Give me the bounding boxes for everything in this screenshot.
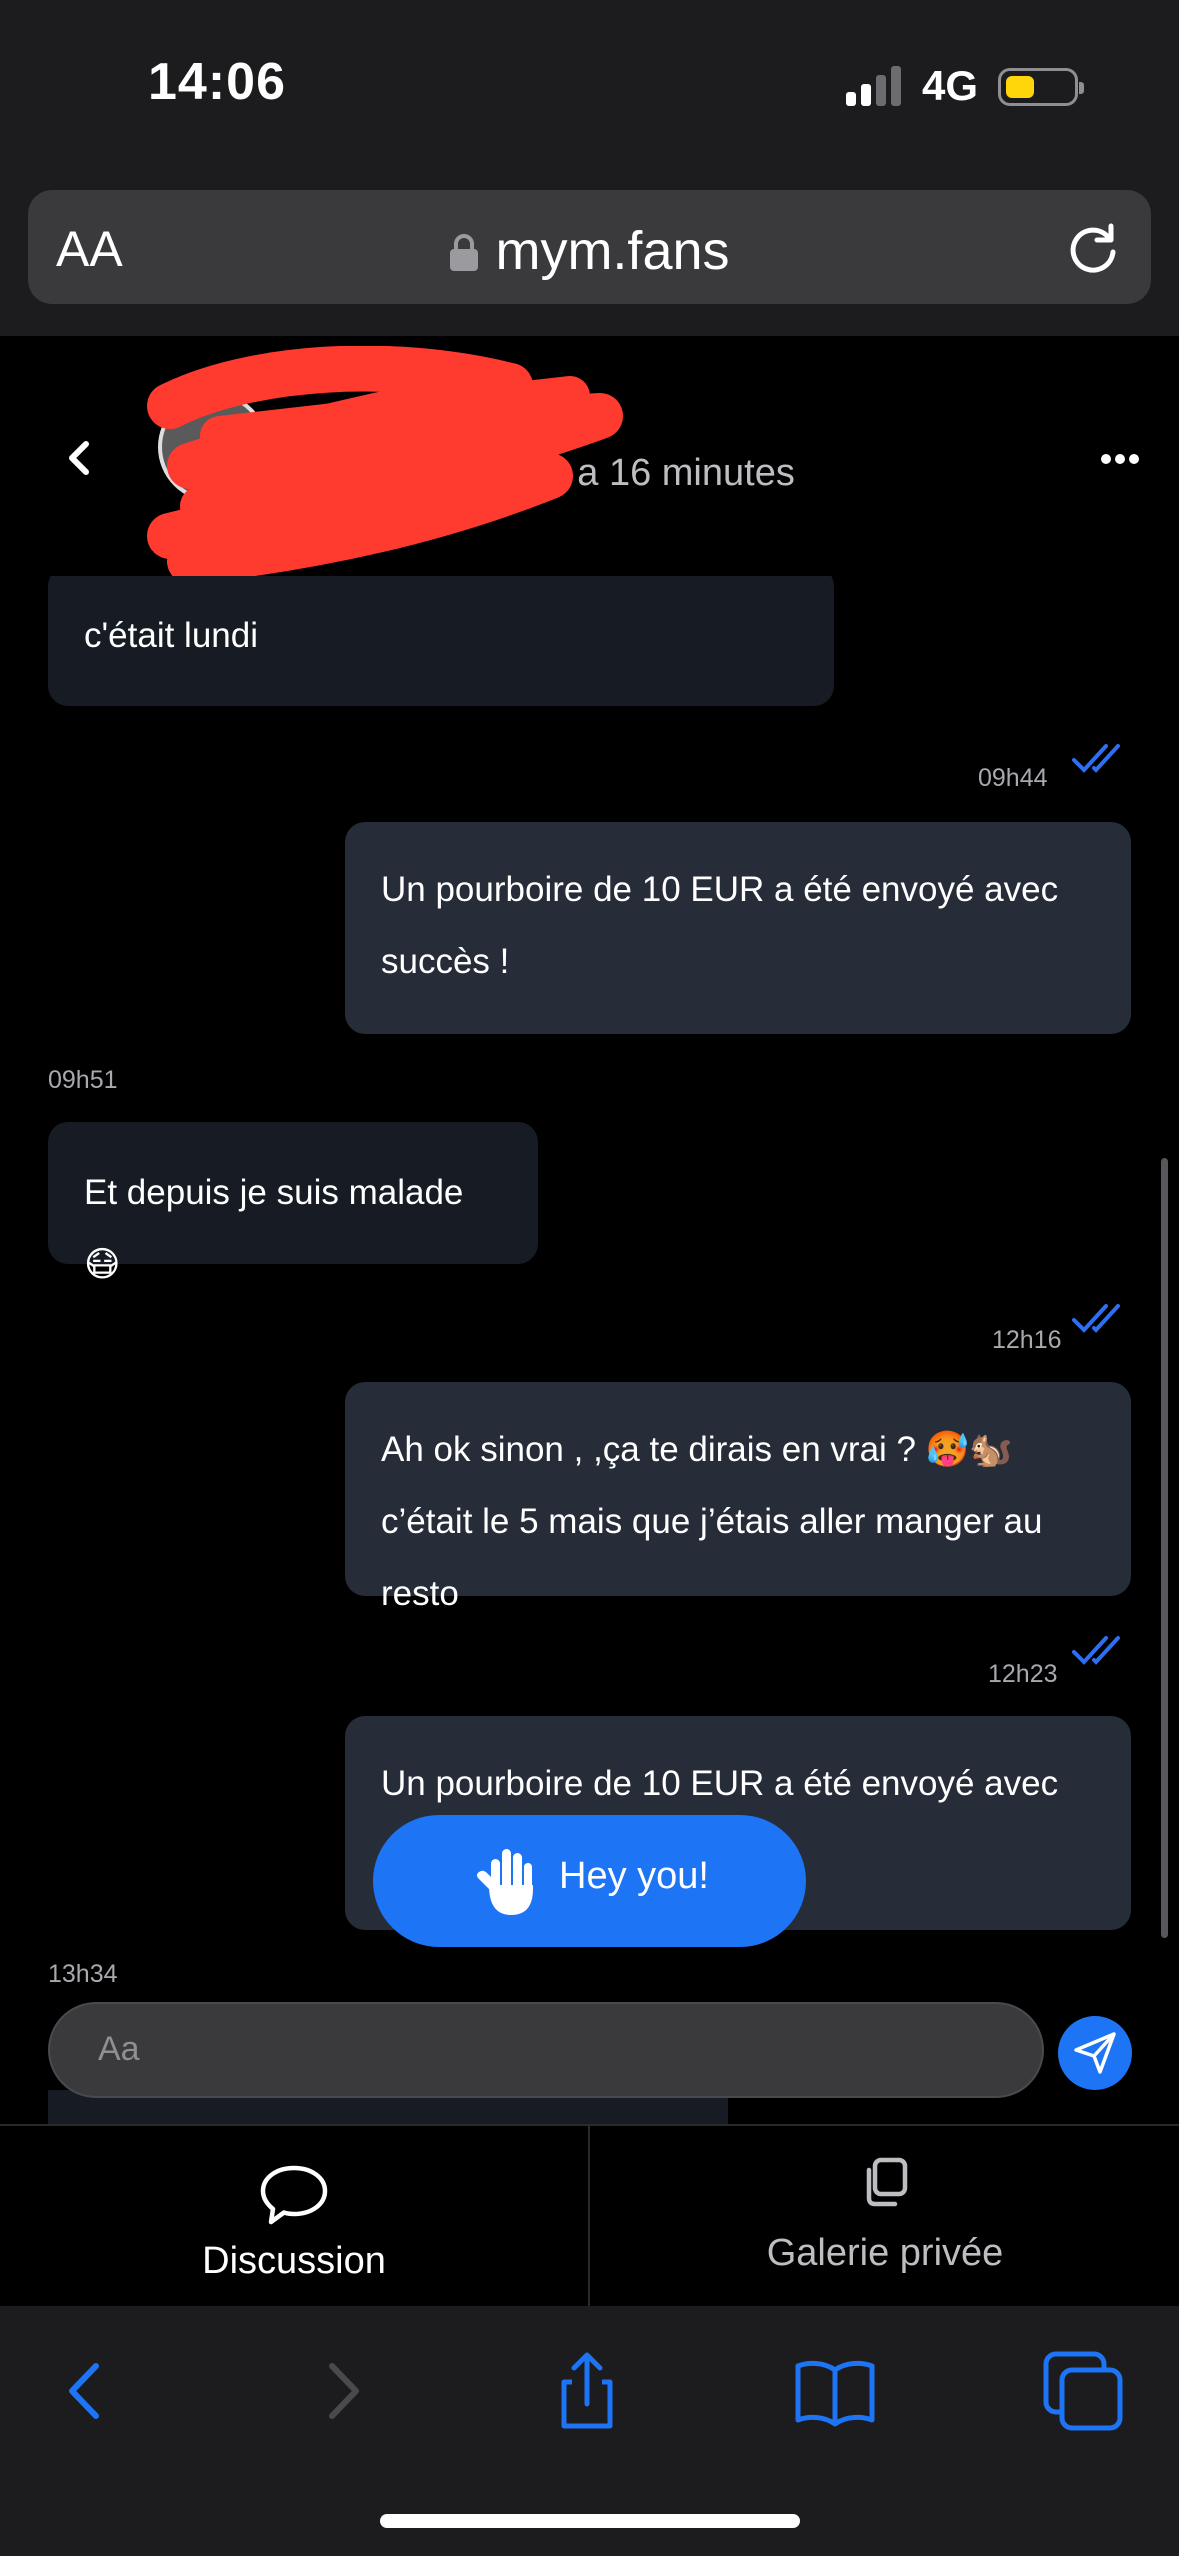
message-text: c'était lundi [84, 616, 259, 655]
message-time: 12h23 [988, 1660, 1058, 1688]
share-icon[interactable] [544, 2348, 630, 2434]
chat-header: te il y a 16 minutes [0, 336, 1179, 576]
send-icon [1074, 2032, 1116, 2074]
home-indicator[interactable] [380, 2514, 800, 2528]
message-input[interactable] [98, 2030, 978, 2069]
redaction-scribble [147, 346, 623, 576]
message-time: 12h16 [992, 1326, 1062, 1354]
url-text: mym.fans [495, 221, 730, 281]
message-time: 13h34 [48, 1960, 118, 1988]
tab-label: Galerie privée [766, 2232, 1004, 2274]
scrollbar[interactable] [1161, 1158, 1168, 1938]
read-receipt-icon [1072, 1304, 1120, 1333]
forward-icon[interactable] [298, 2348, 384, 2434]
message-composer[interactable] [48, 2002, 1044, 2098]
reload-icon[interactable] [1063, 218, 1123, 278]
url-display[interactable]: mym.fans [28, 220, 1151, 282]
read-receipt-icon [1072, 1636, 1120, 1665]
tab-private-gallery[interactable]: Galerie privée [590, 2126, 1179, 2308]
message-text: Ah ok sinon , ,ça te dirais en vrai ? 🥵🐿… [381, 1430, 1043, 1613]
address-bar[interactable]: AA mym.fans [28, 190, 1151, 304]
message-text: Un pourboire de 10 EUR a été envoyé avec [381, 1764, 1059, 1803]
message-bubble-outgoing: Ah ok sinon , ,ça te dirais en vrai ? 🥵🐿… [345, 1382, 1131, 1613]
hey-you-label: Hey you! [559, 1855, 709, 1897]
network-type: 4G [922, 62, 979, 109]
hey-you-button[interactable]: Hey you! [373, 1815, 806, 1947]
status-time: 14:06 [148, 53, 286, 111]
message-bubble-outgoing: Un pourboire de 10 EUR a été envoyé avec… [345, 822, 1131, 1034]
bottom-tab-bar: Discussion Galerie privée [0, 2124, 1179, 2308]
tab-discussion[interactable]: Discussion [0, 2126, 590, 2308]
back-chevron-icon[interactable] [62, 436, 96, 480]
status-bar: 14:06 4G [0, 0, 1179, 170]
read-receipt-icon [1072, 744, 1120, 773]
more-options-icon[interactable] [1100, 452, 1140, 466]
tab-label: Discussion [202, 2240, 386, 2282]
battery-icon [998, 68, 1084, 106]
back-icon[interactable] [44, 2348, 130, 2434]
raised-hand-icon [477, 1849, 533, 1915]
message-bubble-incoming: c'était lundi [48, 576, 834, 706]
copy-gallery-icon [866, 2157, 908, 2207]
tabs-icon[interactable] [1040, 2348, 1126, 2434]
send-button[interactable] [1058, 2016, 1132, 2090]
message-text: Et depuis je suis malade 😷 [84, 1173, 464, 1284]
message-time: 09h44 [978, 764, 1048, 792]
lock-icon [449, 224, 479, 271]
browser-address-area: AA mym.fans [0, 170, 1179, 336]
bookmarks-icon[interactable] [792, 2348, 878, 2434]
message-bubble-incoming: Et depuis je suis malade 😷 [48, 1122, 538, 1284]
chat-bubble-icon [260, 2165, 328, 2225]
signal-strength-icon [846, 66, 901, 106]
message-time: 09h51 [48, 1066, 118, 1094]
message-text: Un pourboire de 10 EUR a été envoyé avec… [381, 870, 1059, 981]
